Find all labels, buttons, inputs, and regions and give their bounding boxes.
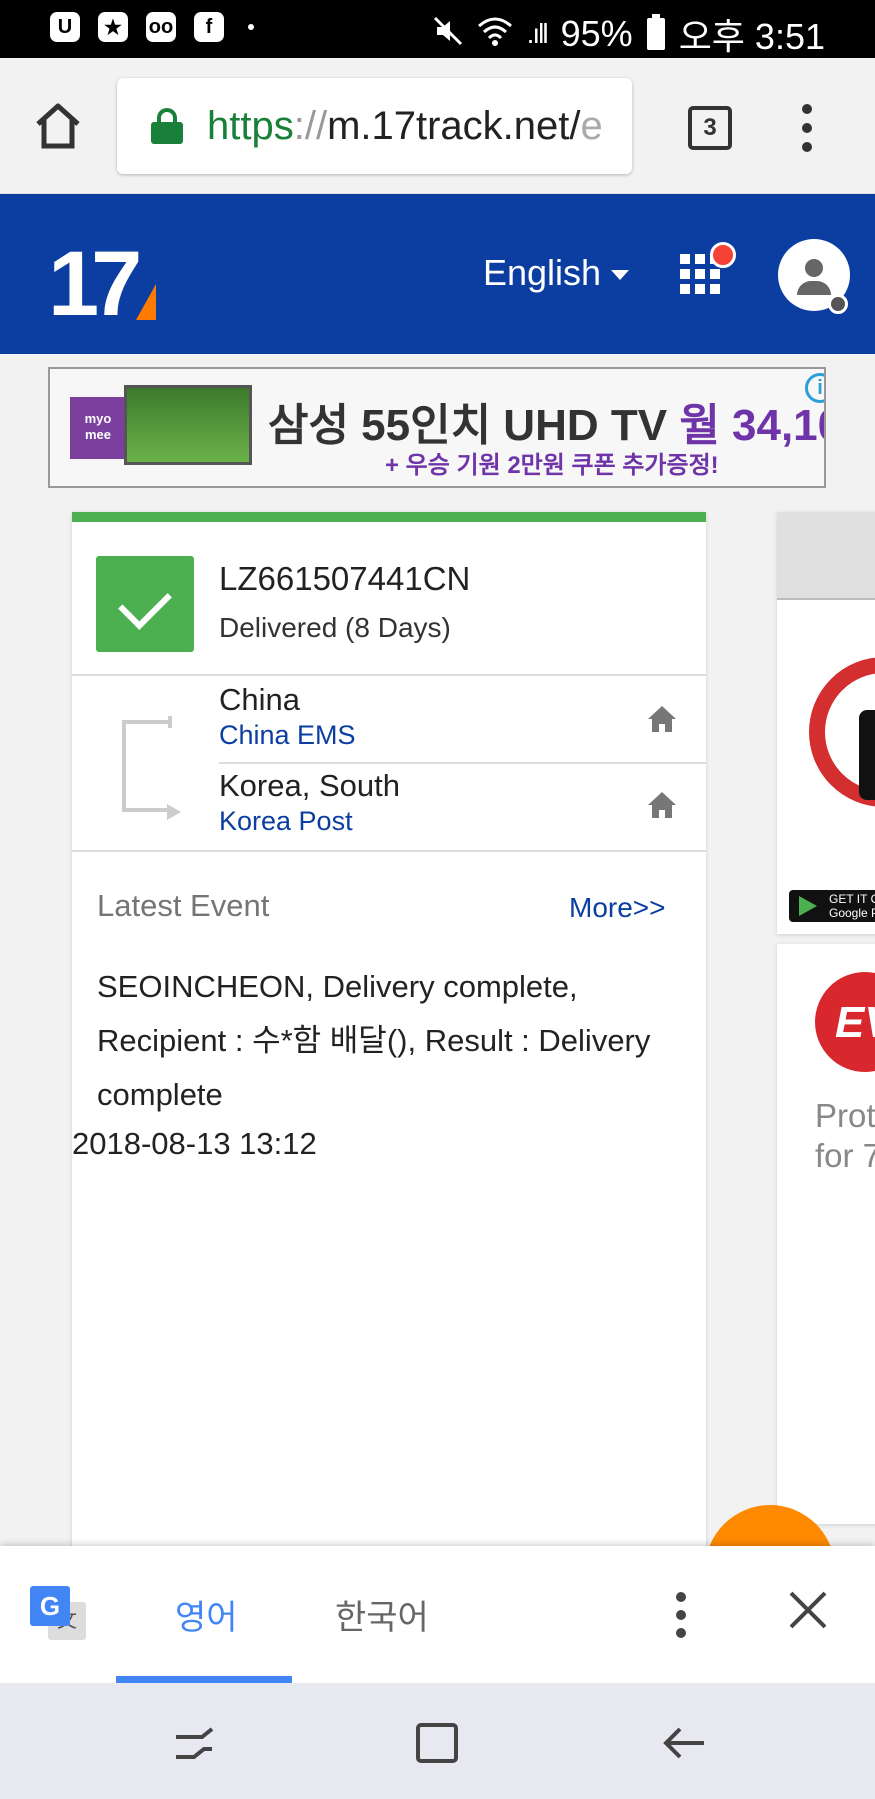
tracking-card: LZ661507441CN Delivered (8 Days) China C… bbox=[72, 512, 706, 1552]
translate-bar: 文G 영어 한국어 bbox=[0, 1546, 875, 1683]
address-bar[interactable]: https://m.17track.net/e bbox=[117, 78, 632, 174]
ev-logo: EV bbox=[815, 972, 875, 1072]
status-bar: U ★ oo f .ıll 95% 오후 3:51 bbox=[0, 0, 875, 58]
system-indicators: .ıll 95% 오후 3:51 bbox=[433, 8, 825, 60]
lock-icon bbox=[151, 108, 183, 144]
back-icon[interactable] bbox=[660, 1721, 708, 1765]
home-icon[interactable] bbox=[646, 790, 678, 820]
site-header: 17 English bbox=[0, 194, 875, 354]
notification-dot-icon bbox=[710, 242, 736, 268]
logo-accent bbox=[136, 284, 156, 320]
more-notifications-icon bbox=[248, 24, 254, 30]
ad-brand-logo: myo mee bbox=[70, 397, 126, 459]
google-play-badge[interactable]: GET IT ON Google Play bbox=[789, 890, 875, 922]
event-description: SEOINCHEON, Delivery complete, Recipient… bbox=[97, 969, 651, 1112]
event-date: 2018-08-13 13:12 bbox=[72, 1126, 317, 1161]
mute-icon bbox=[433, 13, 463, 55]
ad-banner[interactable]: myo mee 삼성 55인치 UHD TV 월 34,100원 + 우승 기원… bbox=[48, 367, 826, 488]
clock: 오후 3:51 bbox=[678, 16, 825, 57]
destination-country: Korea, South bbox=[219, 768, 400, 803]
delivered-check-icon bbox=[96, 556, 194, 652]
recent-apps-icon[interactable] bbox=[170, 1721, 218, 1765]
facebook-notification-icon: f bbox=[194, 12, 224, 42]
home-nav-icon[interactable] bbox=[414, 1721, 462, 1765]
divider bbox=[72, 850, 706, 852]
browser-menu-icon[interactable] bbox=[800, 104, 814, 152]
google-translate-icon: 文G bbox=[30, 1586, 86, 1642]
tracking-number: LZ661507441CN bbox=[219, 560, 471, 597]
wifi-icon bbox=[477, 13, 513, 55]
side-promo-card[interactable]: EV Protfor 7 bbox=[777, 944, 875, 1524]
divider bbox=[219, 762, 706, 764]
signal-icon: .ıll bbox=[526, 18, 549, 49]
ad-subline: + 우승 기원 2만원 쿠폰 추가증정! bbox=[385, 452, 719, 479]
divider bbox=[72, 674, 706, 676]
side-app-card[interactable]: GET IT ON Google Play bbox=[777, 512, 875, 934]
voicemail-notification-icon: oo bbox=[146, 12, 176, 42]
system-nav-bar bbox=[0, 1683, 875, 1799]
site-logo[interactable]: 17 bbox=[48, 232, 142, 337]
tab-target-language[interactable]: 한국어 bbox=[335, 1590, 429, 1639]
tab-switcher-button[interactable]: 3 bbox=[688, 106, 732, 150]
route-line-icon bbox=[122, 716, 172, 812]
language-selector[interactable]: English bbox=[483, 252, 630, 294]
tab-source-language[interactable]: 영어 bbox=[175, 1590, 238, 1639]
home-icon[interactable] bbox=[646, 704, 678, 734]
translate-menu-icon[interactable] bbox=[674, 1592, 688, 1638]
caret-down-icon bbox=[611, 270, 630, 280]
origin-carrier-link[interactable]: China EMS bbox=[219, 720, 356, 751]
origin-country: China bbox=[219, 682, 300, 717]
route-arrow-icon bbox=[167, 804, 181, 820]
url-text[interactable]: https://m.17track.net/e bbox=[207, 104, 603, 149]
delivery-status: Delivered (8 Days) bbox=[219, 612, 451, 643]
promo-text: Prot for 7 bbox=[815, 1097, 875, 1174]
status-dot-icon bbox=[828, 294, 848, 314]
latest-event-label: Latest Event bbox=[97, 888, 270, 923]
phone-icon bbox=[859, 710, 875, 800]
star-notification-icon: ★ bbox=[98, 12, 128, 42]
language-label: English bbox=[483, 252, 602, 293]
active-tab-indicator bbox=[116, 1676, 292, 1683]
ad-headline: 삼성 55인치 UHD TV 월 34,100원 bbox=[268, 401, 824, 450]
home-icon[interactable] bbox=[32, 100, 84, 152]
notification-icons: U ★ oo f bbox=[50, 12, 254, 42]
close-icon[interactable] bbox=[786, 1588, 830, 1632]
browser-toolbar: https://m.17track.net/e 3 bbox=[0, 58, 875, 194]
tv-image bbox=[124, 385, 252, 465]
app-notification-icon: U bbox=[50, 12, 80, 42]
battery-percent: 95% bbox=[560, 13, 633, 54]
battery-icon bbox=[646, 14, 665, 50]
more-link[interactable]: More>> bbox=[569, 892, 666, 924]
side-card-header bbox=[777, 512, 875, 600]
destination-carrier-link[interactable]: Korea Post bbox=[219, 806, 353, 837]
